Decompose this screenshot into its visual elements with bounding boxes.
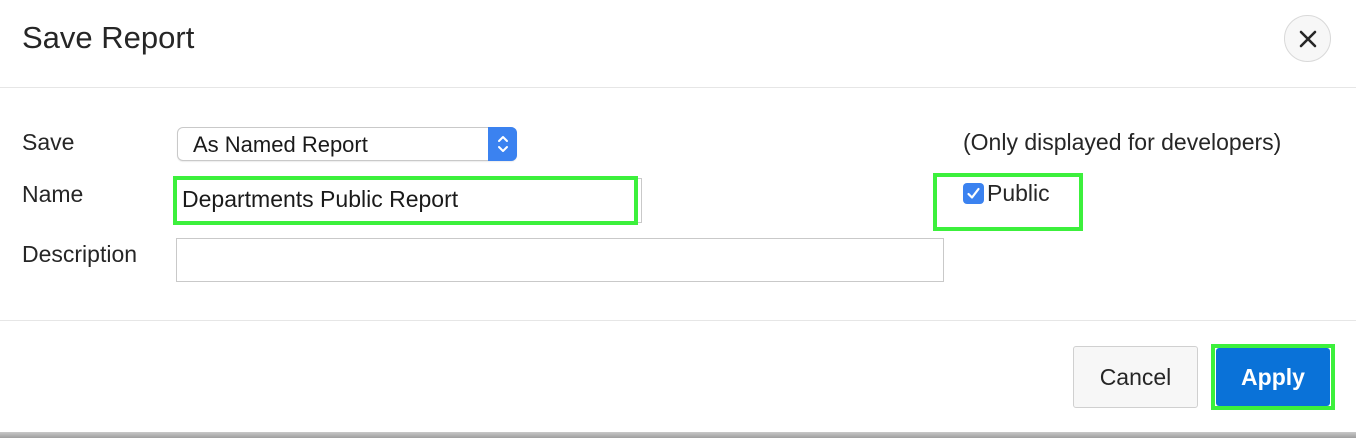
save-select-value: As Named Report [193,132,368,157]
apply-button-highlight [1211,344,1335,410]
dialog-bottom-edge [0,432,1356,438]
save-select[interactable]: As Named Report [177,127,517,161]
description-field[interactable] [176,238,944,282]
save-label: Save [22,129,75,155]
developer-note: (Only displayed for developers) [963,129,1282,155]
name-field-highlight [173,176,638,225]
name-label: Name [22,181,84,207]
close-icon [1299,30,1316,47]
chevron-updown-icon [488,127,517,161]
dialog-header: Save Report [0,0,1356,88]
cancel-button[interactable]: Cancel [1073,346,1198,408]
footer-divider [0,320,1356,321]
close-button[interactable] [1284,15,1331,62]
public-checkbox-highlight [933,173,1083,231]
save-report-dialog: Save Report Save As Named Report Name De… [0,0,1356,432]
description-label: Description [22,241,138,267]
dialog-title: Save Report [22,20,195,55]
